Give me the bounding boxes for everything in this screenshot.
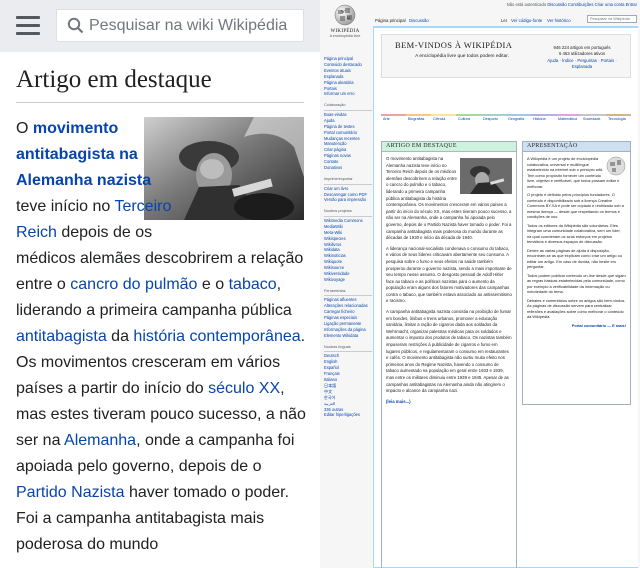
search-input[interactable]: Pesquisar na wiki Wikipédia: [56, 9, 304, 42]
welcome-title: BEM-VINDOS À WIKIPÉDIA: [395, 40, 513, 50]
mobile-view: Pesquisar na wiki Wikipédia Artigo em de…: [0, 0, 320, 568]
login-link[interactable]: Entrar: [626, 2, 637, 7]
create-account-link[interactable]: Criar uma conta: [595, 2, 625, 7]
portal-link[interactable]: Arte: [383, 117, 390, 123]
portal-color-strip: [556, 114, 581, 116]
featured-paragraph-2: A liderança nacional-socialista condenav…: [386, 245, 512, 304]
link-historia-contemporanea[interactable]: história contemporânea: [133, 328, 300, 345]
wikipedia-globe-icon: W Ω: [334, 4, 356, 26]
text: O: [16, 120, 33, 137]
text: da: [106, 328, 134, 345]
sidebar-item[interactable]: Informar um erro: [324, 91, 372, 97]
sidebar-item[interactable]: Donativos: [324, 165, 372, 171]
contributions-link[interactable]: Contribuições: [568, 2, 594, 7]
portal-link[interactable]: Biografias: [408, 117, 424, 123]
tab-talk[interactable]: Discussão: [409, 18, 429, 24]
portal-link[interactable]: Tecnologia: [608, 117, 626, 123]
link-antitabagista[interactable]: antitabagista: [16, 328, 107, 345]
portal-bar: Arte Biografias Ciência Cultura Desporto Geog…: [381, 114, 631, 122]
user-talk-link[interactable]: Discussão: [547, 2, 566, 7]
portal-color-strip: [431, 114, 456, 116]
welcome-quick-links[interactable]: Ajuda · Índice · Perguntas · Portais · E…: [537, 58, 627, 71]
search-icon: [67, 17, 84, 34]
about-box: APRESENTAÇÃO A Wikipédia é um projeto de…: [522, 141, 631, 405]
wikipedia-puzzle-globe-icon: [606, 156, 626, 176]
personal-tools: Não está autenticado Discussão Contribui…: [504, 2, 637, 8]
tab-view-source[interactable]: Ver código-fonte: [511, 18, 542, 24]
about-paragraph-6: Debates e comentários sobre os artigos s…: [527, 297, 626, 320]
portal-color-strip: [581, 114, 606, 116]
portal-link[interactable]: Cultura: [458, 117, 470, 123]
logo-tagline: A enciclopédia livre: [329, 34, 361, 39]
portal-color-strip: [531, 114, 556, 116]
about-paragraph-5: Todos podem publicar conteúdo on-line de…: [527, 272, 626, 295]
portal-link[interactable]: Desporto: [483, 117, 498, 123]
about-paragraph-3: Todos os editores da Wikipédia são volun…: [527, 222, 621, 245]
about-heading: APRESENTAÇÃO: [523, 142, 630, 152]
sidebar-item[interactable]: Versão para impressão: [324, 197, 372, 203]
about-paragraph-2: O projeto é definido pelos princípios fu…: [527, 192, 624, 219]
article-title-link[interactable]: movimento antitabagista na Alemanha nazi…: [16, 120, 151, 189]
featured-paragraph-3: A campanha antitabagista nazista consist…: [386, 309, 512, 394]
portal-link[interactable]: Matemática: [558, 117, 577, 123]
sidebar-item[interactable]: Elemento Wikidata: [324, 333, 372, 339]
read-more-link[interactable]: (leia mais...): [386, 399, 411, 404]
link-seculo-xx[interactable]: século XX: [208, 380, 280, 397]
desktop-view: Não está autenticado Discussão Contribui…: [320, 0, 640, 568]
about-body: A Wikipédia é um projeto de enciclopédia…: [523, 152, 630, 332]
wikipedia-logo[interactable]: W Ω WIKIPÉDIA A enciclopédia livre: [325, 4, 365, 50]
desktop-search-input[interactable]: Pesquisar na Wikipédia: [587, 15, 637, 23]
svg-text:Ω: Ω: [347, 15, 350, 20]
hamburger-menu-icon[interactable]: [16, 15, 40, 37]
featured-article-summary: O movimento antitabagista na Alemanha na…: [16, 116, 306, 558]
tab-view-history[interactable]: Ver histórico: [547, 18, 571, 24]
welcome-subtitle: A enciclopédia livre que todos podem edi…: [415, 54, 509, 59]
portal-color-strip: [456, 114, 481, 116]
portal-color-strip: [481, 114, 506, 116]
sidebar-heading[interactable]: Colaboração: [324, 103, 372, 111]
sidebar-item[interactable]: Editar hiperligações: [324, 412, 372, 418]
community-portal-link[interactable]: Portal comunitário — E mais!: [527, 323, 626, 329]
link-partido-nazista[interactable]: Partido Nazista: [16, 484, 125, 501]
portal-link[interactable]: História: [533, 117, 546, 123]
portal-link[interactable]: Ciência: [433, 117, 445, 123]
not-logged-in-text: Não está autenticado: [506, 2, 547, 7]
welcome-banner: BEM-VINDOS À WIKIPÉDIA A enciclopédia li…: [381, 34, 631, 78]
about-paragraph-4: Dentre as várias páginas de ajuda à disp…: [527, 247, 622, 270]
svg-text:W: W: [341, 9, 345, 14]
section-title: Artigo em destaque: [16, 66, 212, 93]
sidebar: Página principal Conteúdo destacado Evento…: [324, 56, 372, 418]
article-count: 946 224 artigos em português 6 463 utili…: [537, 45, 627, 71]
link-tabaco[interactable]: tabaco: [229, 276, 277, 293]
featured-article-body: O movimento antitabagista na Alemanha na…: [382, 152, 516, 409]
portal-color-strip: [381, 114, 406, 116]
link-cancro-do-pulmao[interactable]: cancro do pulmão: [70, 276, 197, 293]
sidebar-heading[interactable]: Ferramentas: [324, 289, 372, 297]
tab-read[interactable]: Ler: [501, 18, 507, 24]
text: teve início no: [16, 198, 115, 215]
sidebar-heading[interactable]: Noutros projetos: [324, 209, 372, 217]
featured-article-box: ARTIGO EM DESTAQUE O movimento antitabag…: [381, 141, 517, 568]
link-alemanha[interactable]: Alemanha: [64, 432, 136, 449]
main-content: BEM-VINDOS À WIKIPÉDIA A enciclopédia li…: [373, 27, 638, 568]
featured-article-thumbnail[interactable]: [460, 158, 512, 194]
portal-link[interactable]: Sociedade: [583, 117, 600, 123]
sidebar-heading[interactable]: Noutras línguas: [324, 345, 372, 353]
section-divider: [16, 102, 304, 103]
tab-main-page[interactable]: Página principal: [375, 18, 406, 24]
portal-color-strip: [406, 114, 431, 116]
text: e o: [197, 276, 229, 293]
portal-color-strip: [606, 114, 631, 116]
search-placeholder: Pesquisar na wiki Wikipédia: [89, 17, 288, 34]
sidebar-heading[interactable]: Imprimir/exportar: [324, 177, 372, 185]
sidebar-item[interactable]: Wikivoyage: [324, 277, 372, 283]
portal-color-strip: [506, 114, 531, 116]
mobile-header: Pesquisar na wiki Wikipédia: [0, 0, 320, 52]
portal-link[interactable]: Geografia: [508, 117, 524, 123]
featured-article-heading: ARTIGO EM DESTAQUE: [382, 142, 516, 152]
